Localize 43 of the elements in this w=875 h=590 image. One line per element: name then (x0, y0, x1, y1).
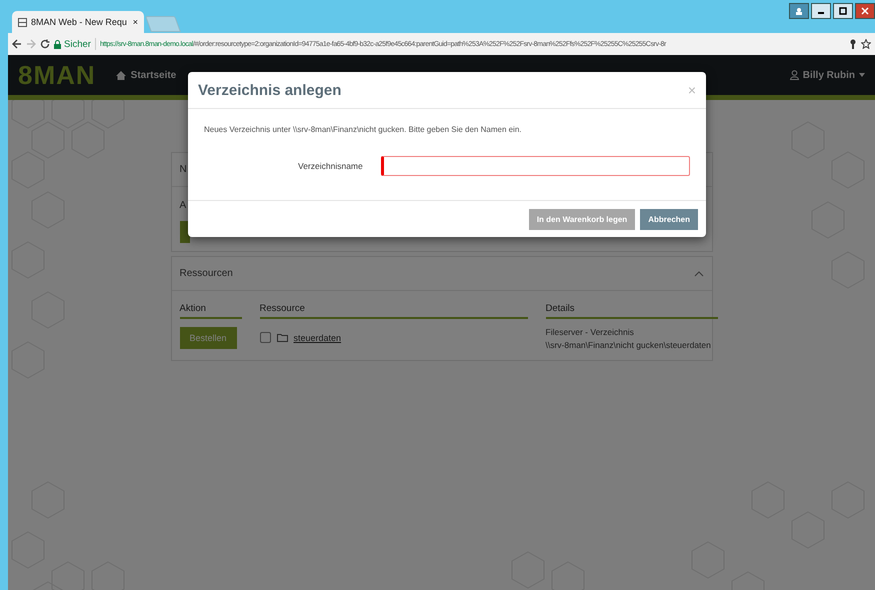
profile-button[interactable] (789, 3, 809, 19)
details-text: Fileserver - Verzeichnis (546, 327, 635, 337)
resource-link[interactable]: steuerdaten (294, 332, 342, 342)
nav-link[interactable]: Startseite (116, 70, 176, 80)
dialog-button[interactable]: Abbrechen (640, 208, 698, 230)
tab-close-button[interactable]: × (132, 17, 138, 27)
chevron-icon[interactable] (694, 270, 704, 276)
dialog-message: Neues Verzeichnis unter \\srv-8man\Finanz\nicht gucken. Bitte geben Sie den Namen ein. (204, 125, 523, 134)
user-icon (795, 7, 803, 15)
secure-label: Sicher (64, 38, 91, 50)
input-field[interactable] (380, 156, 690, 176)
user-menu[interactable]: Billy Rubin (790, 70, 865, 80)
order-button[interactable] (180, 221, 190, 243)
lock-icon (54, 40, 61, 48)
minimize-button[interactable] (811, 3, 831, 19)
close-icon (861, 7, 869, 15)
maximize-icon (839, 7, 847, 15)
folder-icon (276, 333, 288, 342)
caret-icon (859, 73, 865, 77)
star-icon[interactable] (861, 39, 871, 49)
key-icon[interactable] (849, 39, 857, 49)
app-logo[interactable]: 8MAN (18, 60, 96, 90)
column-heading: Details (546, 303, 718, 319)
card-title: Ressourcen (180, 268, 233, 279)
dialog-title: Verzeichnis anlegen (198, 82, 342, 98)
column-heading: Aktion (180, 303, 242, 319)
close-button[interactable]: × (688, 82, 696, 98)
order-button[interactable]: Bestellen (180, 327, 237, 349)
close-button[interactable] (855, 3, 875, 19)
reload-icon[interactable] (40, 39, 50, 49)
card-heading: N (180, 164, 187, 175)
column-heading: Ressource (260, 303, 528, 319)
back-icon[interactable] (12, 39, 22, 49)
details-text: \\srv-8man\Finanz\nicht gucken\steuerdaten (546, 340, 712, 350)
maximize-button[interactable] (833, 3, 853, 19)
tab-title: 8MAN Web - New Requ (31, 17, 128, 27)
page-icon (18, 18, 27, 26)
browser-tab[interactable]: 8MAN Web - New Requ × (12, 11, 144, 33)
checkbox[interactable] (260, 332, 270, 343)
field-label: Verzeichnisname (298, 161, 364, 171)
column-heading: A (180, 200, 186, 211)
user-icon (790, 70, 799, 80)
home-icon (116, 70, 126, 80)
